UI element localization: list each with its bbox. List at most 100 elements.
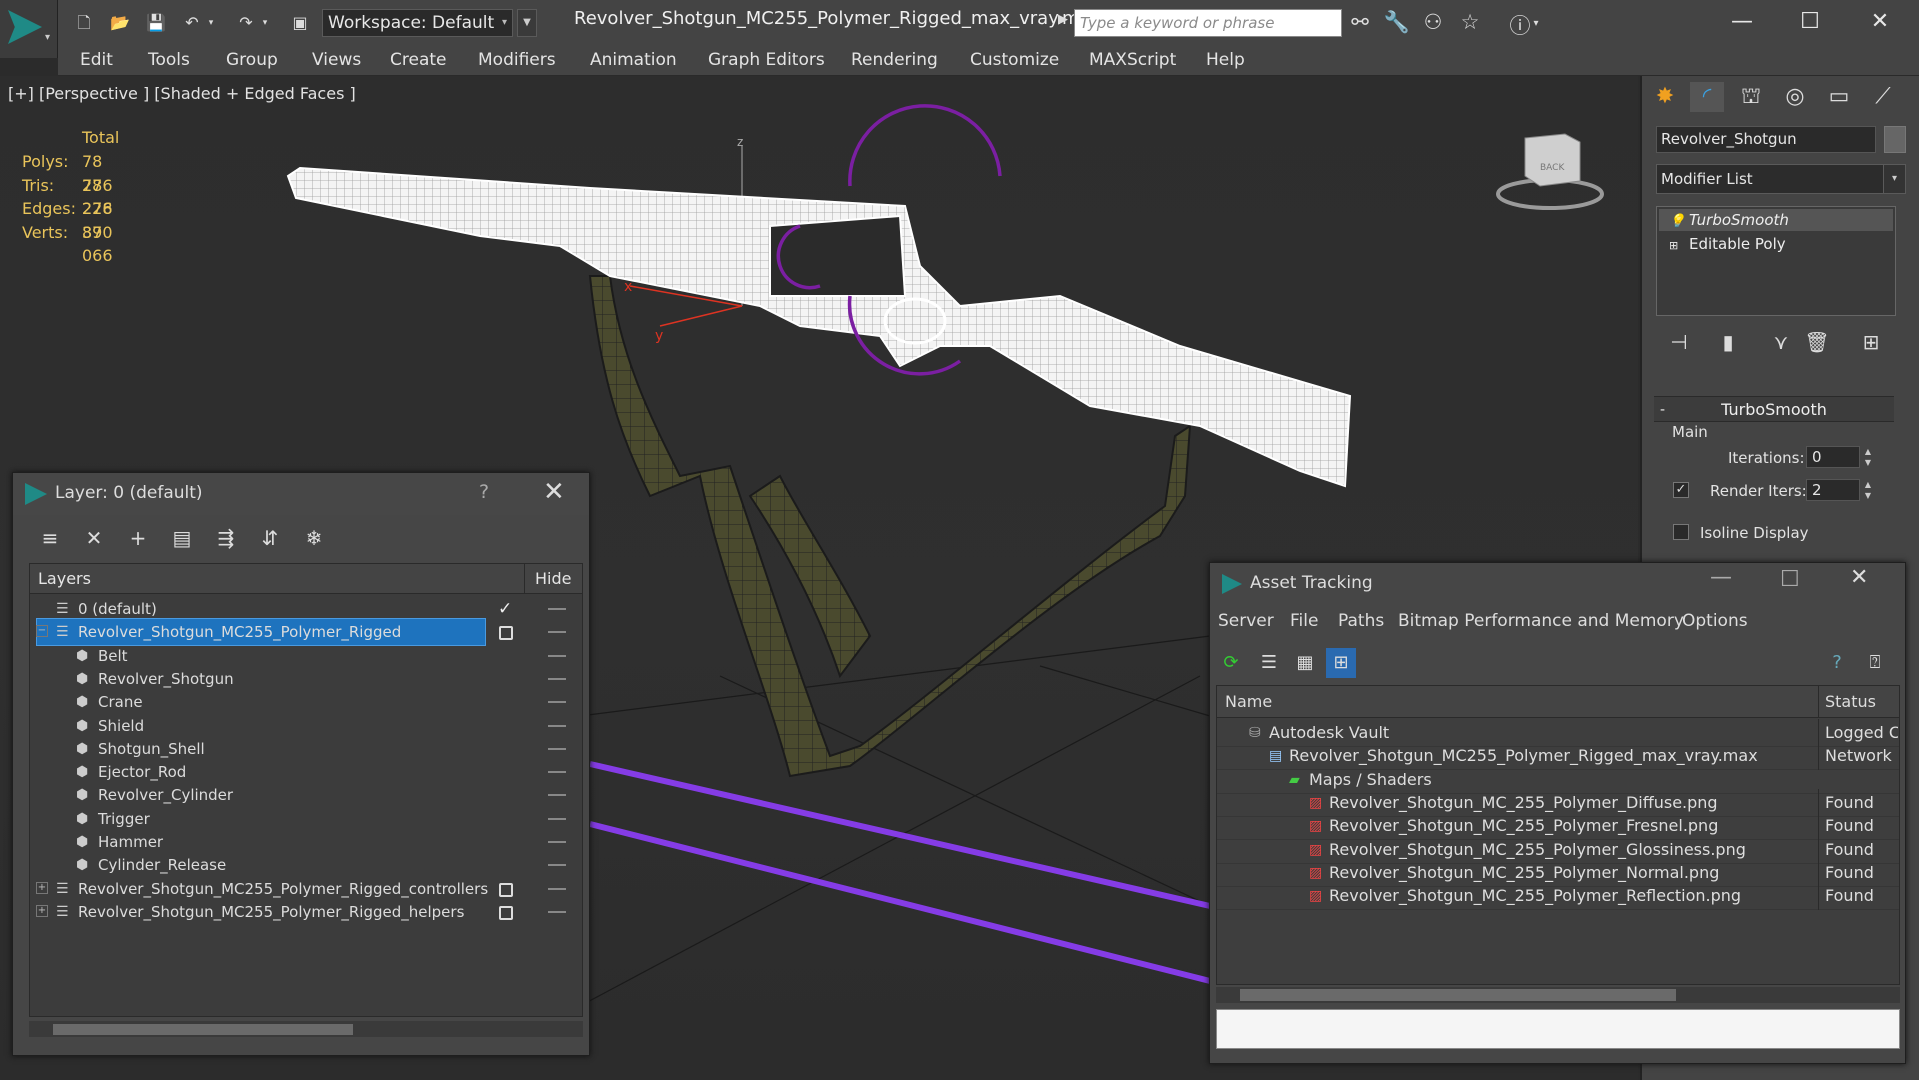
hide-toggle[interactable] — [548, 887, 566, 890]
object-name-field[interactable]: Revolver_Shotgun — [1656, 126, 1876, 153]
iterations-spinner[interactable]: 0 — [1806, 446, 1860, 468]
redo-icon[interactable]: ↷ — [234, 12, 258, 34]
search-input[interactable]: Type a keyword or phrase — [1074, 9, 1342, 37]
viewcube[interactable]: BACK — [1496, 133, 1604, 210]
column-status[interactable]: Status — [1818, 686, 1899, 718]
menu-maxscript[interactable]: MAXScript — [1089, 50, 1176, 70]
hide-toggle[interactable] — [548, 864, 566, 867]
modify-tab-icon[interactable]: ◜ — [1690, 82, 1724, 112]
isoline-checkbox[interactable] — [1673, 524, 1689, 540]
app-menu-button[interactable]: ▾ — [0, 0, 58, 58]
hierarchy-tab-icon[interactable]: ⛫ — [1734, 82, 1768, 112]
hide-layer-icon[interactable]: ⇵ — [255, 523, 285, 553]
hide-toggle[interactable] — [548, 747, 566, 750]
configure-sets-icon[interactable]: ⊞ — [1856, 330, 1886, 354]
render-iters-spinner[interactable]: 2 — [1806, 479, 1860, 501]
current-layer-toggle[interactable] — [499, 626, 513, 641]
hide-toggle[interactable] — [548, 724, 566, 727]
minimize-button[interactable]: — — [1710, 565, 1732, 590]
create-tab-icon[interactable]: ✸ — [1648, 82, 1682, 112]
menu-group[interactable]: Group — [226, 50, 278, 70]
select-layer-icon[interactable]: ▤ — [167, 523, 197, 553]
hide-toggle[interactable] — [548, 841, 566, 843]
table-view-icon[interactable]: ⊞ — [1326, 648, 1356, 678]
expand-toggle-icon[interactable]: − — [36, 625, 48, 638]
project-folder-icon[interactable]: ▣ — [288, 12, 312, 34]
object-color-swatch[interactable] — [1884, 126, 1906, 153]
menu-bitmap-performance[interactable]: Bitmap Performance and Memory — [1398, 611, 1684, 631]
hide-toggle[interactable] — [548, 654, 566, 657]
refresh-icon[interactable]: ⟳ — [1216, 648, 1246, 678]
show-end-result-icon[interactable]: ▮ — [1713, 330, 1743, 354]
minimize-button[interactable]: — — [1720, 6, 1764, 38]
hide-toggle[interactable] — [548, 771, 566, 774]
utilities-tab-icon[interactable]: ⟋ — [1866, 82, 1900, 112]
new-file-icon[interactable]: 🗋 — [72, 12, 96, 34]
render-iters-checkbox[interactable]: ✓ — [1673, 482, 1689, 498]
expand-toggle-icon[interactable]: + — [36, 904, 48, 917]
expand-toggle-icon[interactable]: + — [36, 881, 48, 894]
binoculars-icon[interactable]: ⚯ — [1345, 10, 1375, 34]
current-layer-toggle[interactable] — [499, 905, 513, 920]
stack-item-turbosmooth[interactable]: 💡 TurboSmooth — [1659, 209, 1893, 231]
maximize-button[interactable]: ☐ — [1788, 6, 1832, 38]
menu-file[interactable]: File — [1290, 611, 1318, 631]
column-name[interactable]: Name — [1225, 686, 1272, 718]
freeze-layer-icon[interactable]: ❄ — [299, 523, 329, 553]
help-icon[interactable]: ? — [1822, 648, 1852, 678]
layer-settings-icon[interactable]: ≡ — [35, 523, 65, 553]
select-objects-icon[interactable]: ⇶ — [211, 523, 241, 553]
hide-toggle[interactable] — [548, 631, 566, 634]
menu-options[interactable]: Options — [1682, 611, 1748, 631]
pin-stack-icon[interactable]: ⊣ — [1664, 330, 1694, 354]
open-file-icon[interactable]: 📂 — [108, 12, 132, 34]
modifier-list-dropdown[interactable]: Modifier List ▾ — [1656, 164, 1906, 194]
close-button[interactable]: ✕ — [543, 477, 565, 507]
hide-toggle[interactable] — [548, 910, 566, 913]
menu-rendering[interactable]: Rendering — [851, 50, 938, 70]
turbosmooth-rollout[interactable]: - TurboSmooth — [1654, 396, 1894, 422]
save-file-icon[interactable]: 💾 — [144, 12, 168, 34]
remove-modifier-icon[interactable]: 🗑 — [1802, 330, 1832, 354]
undo-icon[interactable]: ↶ — [180, 12, 204, 34]
hide-toggle[interactable] — [548, 817, 566, 820]
layer-row[interactable]: + ☰ Revolver_Shotgun_MC255_Polymer_Rigged_… — [30, 898, 582, 926]
hide-toggle[interactable] — [548, 701, 566, 704]
tools-icon[interactable]: 🔧 — [1382, 10, 1412, 35]
motion-tab-icon[interactable]: ◎ — [1778, 82, 1812, 112]
tree-view-icon[interactable]: ▦ — [1290, 648, 1320, 678]
list-view-icon[interactable]: ☰ — [1254, 648, 1284, 678]
scrollbar-thumb[interactable] — [1240, 989, 1676, 1001]
menu-edit[interactable]: Edit — [80, 50, 113, 70]
horizontal-scrollbar[interactable] — [29, 1021, 583, 1037]
add-layer-icon[interactable]: + — [123, 523, 153, 553]
horizontal-scrollbar[interactable] — [1216, 987, 1900, 1003]
menu-animation[interactable]: Animation — [590, 50, 677, 70]
account-icon[interactable]: ⚇ — [1418, 10, 1448, 34]
stack-item-editable-poly[interactable]: ⊞ Editable Poly — [1659, 233, 1893, 255]
close-button[interactable]: ✕ — [1858, 6, 1902, 38]
context-help-icon[interactable]: ⍰ — [1860, 648, 1890, 678]
chevron-down-icon[interactable]: ▾ — [205, 12, 217, 34]
workspace-options-button[interactable]: ▼ — [517, 9, 537, 37]
column-layers[interactable]: Layers — [38, 564, 91, 594]
help-button[interactable]: ? — [479, 481, 489, 503]
hide-toggle[interactable] — [548, 794, 566, 797]
spinner-arrows-icon[interactable]: ▲ ▼ — [1862, 479, 1874, 501]
menu-modifiers[interactable]: Modifiers — [478, 50, 556, 70]
menu-customize[interactable]: Customize — [970, 50, 1059, 70]
path-input[interactable] — [1216, 1009, 1900, 1049]
scrollbar-thumb[interactable] — [53, 1024, 353, 1035]
close-button[interactable]: ✕ — [1850, 565, 1868, 590]
display-tab-icon[interactable]: ▭ — [1822, 82, 1856, 112]
menu-paths[interactable]: Paths — [1338, 611, 1384, 631]
menu-graph-editors[interactable]: Graph Editors — [708, 50, 825, 70]
lightbulb-icon[interactable]: 💡 — [1669, 211, 1685, 233]
chevron-down-icon[interactable]: ▾ — [1530, 18, 1542, 29]
column-hide[interactable]: Hide — [524, 564, 582, 594]
chevron-down-icon[interactable]: ▾ — [259, 12, 271, 34]
menu-server[interactable]: Server — [1218, 611, 1274, 631]
asset-row[interactable]: ▨ Revolver_Shotgun_MC_255_Polymer_Reflect… — [1217, 882, 1899, 911]
menu-help[interactable]: Help — [1206, 50, 1245, 70]
expand-plus-icon[interactable]: ⊞ — [1669, 235, 1678, 257]
